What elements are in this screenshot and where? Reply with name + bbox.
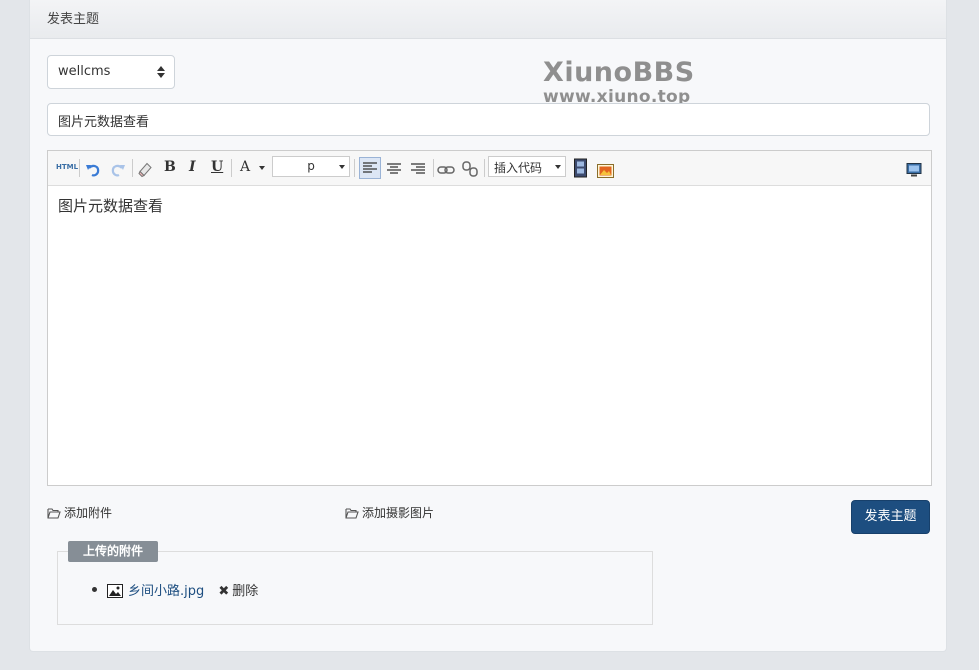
post-card: 发表主题 wellcms XiunoBBS www.xiuno.top 图片元数… (29, 0, 947, 652)
delete-attachment-button[interactable]: ✖ 删除 (218, 584, 258, 599)
align-center-icon[interactable] (384, 158, 404, 178)
italic-button[interactable]: I (189, 159, 196, 179)
attachment-item: 乡间小路.jpg ✖ 删除 (92, 580, 258, 599)
page-title: 发表主题 (47, 12, 100, 27)
forum-select[interactable]: wellcms (47, 55, 175, 89)
select-arrows-icon (157, 66, 165, 78)
watermark-logo: XiunoBBS www.xiuno.top (543, 57, 713, 107)
caret-down-icon (339, 165, 345, 169)
font-size-select[interactable]: p (272, 156, 350, 177)
caret-down-icon (555, 165, 561, 169)
subject-input-value: 图片元数据查看 (58, 115, 150, 130)
list-bullet (92, 587, 97, 592)
monitor-icon[interactable] (906, 160, 922, 180)
image-icon[interactable] (597, 161, 614, 181)
toolbar-divider (484, 159, 485, 177)
editor-toolbar: HTML B I U A p 插入代码 (48, 151, 931, 186)
link-icon[interactable] (437, 160, 455, 180)
toolbar-divider (231, 159, 232, 177)
insert-code-select[interactable]: 插入代码 (488, 156, 566, 177)
rich-text-editor[interactable]: HTML B I U A p 插入代码 图片元数据查看 (47, 150, 932, 486)
eraser-icon[interactable] (137, 159, 154, 179)
toolbar-divider (433, 159, 434, 177)
toolbar-divider (354, 159, 355, 177)
forum-select-value: wellcms (58, 64, 111, 79)
subject-input[interactable]: 图片元数据查看 (47, 103, 930, 136)
folder-open-icon (47, 508, 61, 519)
align-left-button[interactable] (359, 157, 381, 179)
html-source-button[interactable]: HTML (56, 163, 78, 183)
caret-down-icon (259, 166, 265, 170)
add-photo-label: 添加摄影图片 (362, 506, 435, 520)
undo-icon[interactable] (85, 160, 101, 180)
publish-button[interactable]: 发表主题 (851, 500, 930, 534)
add-photo-link[interactable]: 添加摄影图片 (345, 504, 434, 521)
attachment-filename[interactable]: 乡间小路.jpg (128, 584, 204, 599)
insert-code-value: 插入代码 (494, 161, 543, 175)
unlink-icon[interactable] (461, 159, 479, 179)
toolbar-divider (132, 159, 133, 177)
font-size-value: p (307, 159, 315, 173)
attachments-legend: 上传的附件 (68, 541, 159, 562)
align-left-icon (363, 162, 377, 173)
picture-icon (107, 584, 123, 598)
add-attachment-label: 添加附件 (64, 506, 113, 520)
font-color-button[interactable]: A (240, 159, 250, 179)
editor-content[interactable]: 图片元数据查看 (58, 195, 163, 216)
x-icon: ✖ (218, 584, 230, 599)
video-icon[interactable] (574, 158, 587, 178)
watermark-title: XiunoBBS (543, 57, 695, 88)
folder-open-icon (345, 508, 359, 519)
delete-label: 删除 (232, 584, 259, 599)
redo-icon[interactable] (110, 160, 126, 180)
underline-button[interactable]: U (211, 159, 223, 179)
toolbar-divider (79, 159, 80, 177)
add-attachment-link[interactable]: 添加附件 (47, 504, 112, 521)
align-right-icon[interactable] (408, 158, 428, 178)
card-header: 发表主题 (30, 0, 946, 39)
bold-button[interactable]: B (164, 159, 176, 179)
